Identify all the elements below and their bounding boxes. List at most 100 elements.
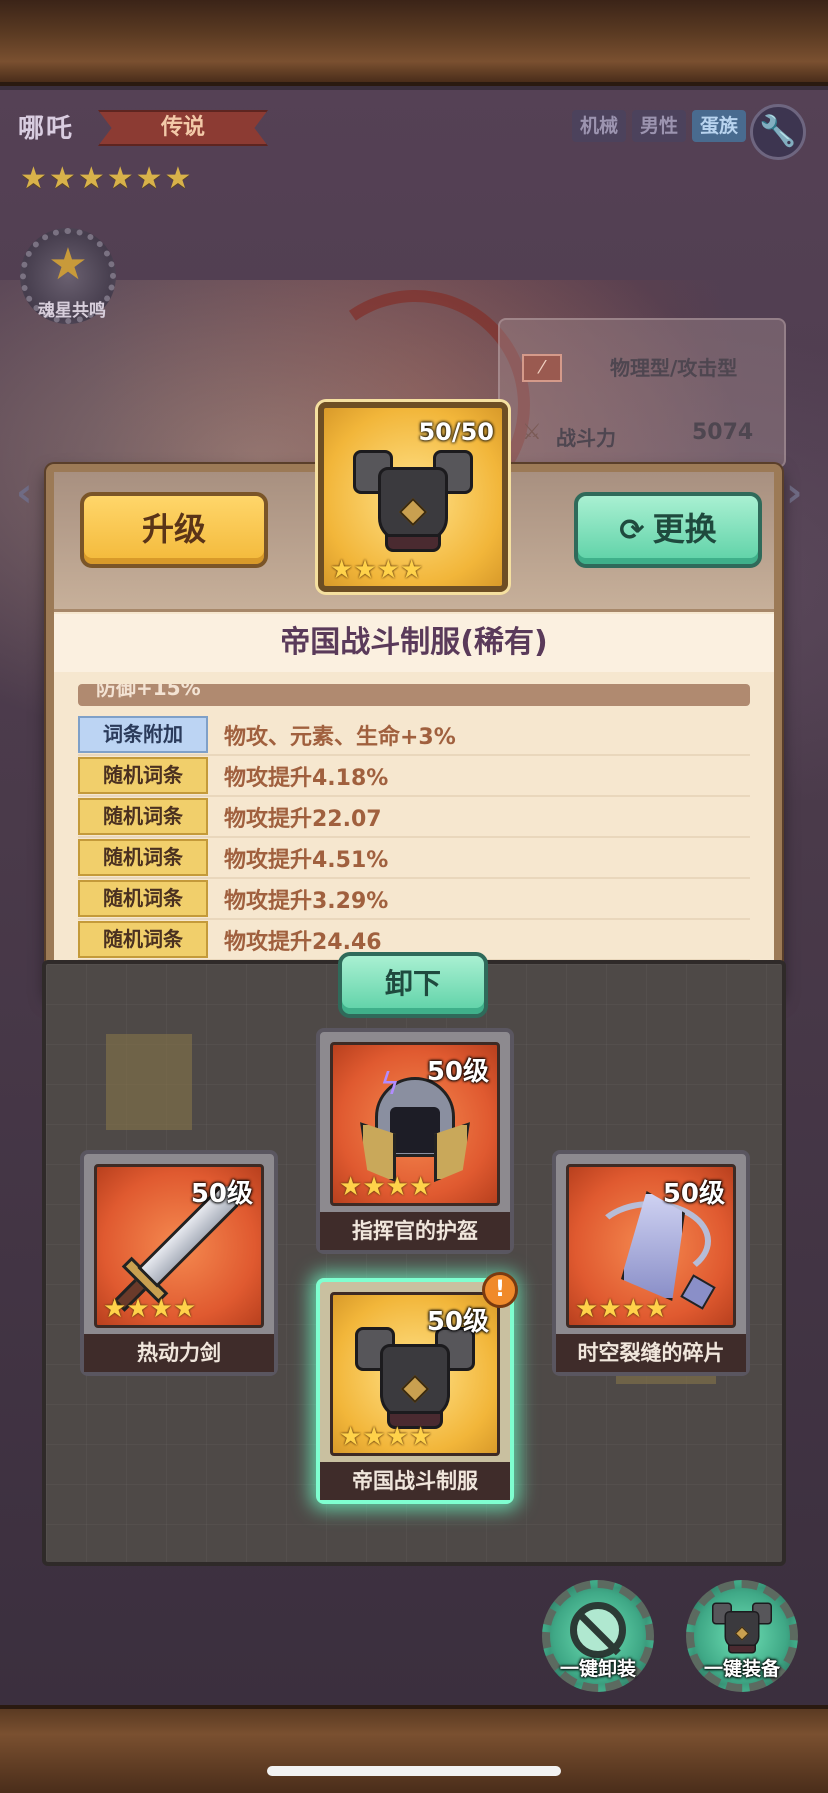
accessory-frame: 50级 ★ ★ ★ ★: [566, 1164, 736, 1328]
slot-stars: ★ ★ ★ ★: [339, 1423, 432, 1451]
attribute-list: 词条附加 物攻、元素、生命+3% 随机词条 物攻提升4.18% 随机词条 物攻提…: [78, 715, 750, 961]
equipment-slot-accessory[interactable]: 50级 ★ ★ ★ ★ 时空裂缝的碎片: [552, 1150, 750, 1376]
top-wood-frame: [0, 0, 828, 86]
prev-arrow-icon[interactable]: ‹: [16, 470, 32, 516]
attribute-value: 物攻提升3.29%: [224, 888, 389, 914]
star-icon: ★: [77, 161, 105, 196]
attribute-row: 词条附加 物攻、元素、生命+3%: [78, 715, 750, 756]
star-icon: ★: [103, 1294, 127, 1324]
equip-all-button[interactable]: 一键装备: [686, 1580, 798, 1692]
rarity-banner: 传说: [98, 110, 268, 146]
star-icon: ★: [408, 1422, 433, 1452]
star-icon: ★: [385, 1172, 409, 1202]
power-value: 5074: [692, 420, 754, 445]
weapon-frame: 50级 ★ ★ ★ ★: [94, 1164, 264, 1328]
tag-male: 男性: [632, 110, 687, 142]
slot-name: 时空裂缝的碎片: [556, 1334, 746, 1372]
star-icon: ★: [172, 1294, 197, 1324]
attribute-value: 物攻提升4.18%: [224, 765, 389, 791]
star-icon: ★: [376, 555, 400, 585]
replace-button[interactable]: ⟳ 更换: [574, 492, 762, 568]
slot-level: 50级: [426, 1307, 489, 1337]
star-icon: ★: [598, 1294, 622, 1324]
selected-item-preview: 50/50 ★ ★ ★ ★: [318, 402, 508, 592]
attribute-tag: 词条附加: [78, 716, 208, 753]
attribute-row: 随机词条 物攻提升4.51%: [78, 838, 750, 879]
star-icon: ★: [399, 555, 424, 585]
attribute-value: 物攻提升4.51%: [224, 847, 389, 873]
star-icon: ★: [362, 1422, 386, 1452]
slot-level: 50级: [426, 1057, 489, 1087]
item-level: 50/50: [418, 418, 494, 446]
board-decoration: [106, 1034, 192, 1130]
no-entry-icon: [570, 1602, 626, 1658]
star-icon: ★: [644, 1294, 669, 1324]
star-icon: ★: [164, 161, 192, 196]
equipment-slot-weapon[interactable]: 50级 ★ ★ ★ ★ 热动力剑: [80, 1150, 278, 1376]
equipment-slot-helmet[interactable]: ϟ 50级 ★ ★ ★ ★ 指挥官的护盔: [316, 1028, 514, 1254]
star-icon: ★: [135, 161, 163, 196]
slot-level: 50级: [662, 1179, 725, 1209]
armor-frame: 50级 ★ ★ ★ ★: [330, 1292, 500, 1456]
attribute-tag: 随机词条: [78, 880, 208, 917]
star-icon: ★: [408, 1172, 433, 1202]
attribute-value: 物攻提升22.07: [224, 806, 382, 832]
replace-label: 更换: [652, 510, 717, 548]
star-icon: ★: [339, 1172, 363, 1202]
slot-name: 帝国战斗制服: [320, 1462, 510, 1500]
slot-name: 热动力剑: [84, 1334, 274, 1372]
character-stars: ★ ★ ★ ★ ★ ★: [20, 164, 191, 194]
upgrade-button[interactable]: 升级: [80, 492, 268, 568]
attribute-tag: 随机词条: [78, 921, 208, 958]
star-icon: ★: [149, 1294, 173, 1324]
slot-name: 指挥官的护盔: [320, 1212, 510, 1250]
unequip-button[interactable]: 卸下: [338, 952, 488, 1018]
next-arrow-icon[interactable]: ›: [786, 470, 802, 516]
character-info-card: ⁄ 物理型/攻击型 ⚔ 战斗力 5074: [498, 318, 786, 468]
physical-type-icon: ⁄: [522, 354, 562, 382]
attribute-value: 物攻提升24.46: [224, 929, 382, 955]
slot-stars: ★ ★ ★ ★: [339, 1173, 432, 1201]
equipment-slot-armor[interactable]: 50级 ★ ★ ★ ★ 帝国战斗制服 !: [316, 1272, 518, 1504]
soul-resonance-label: 魂星共鸣: [38, 301, 106, 321]
attribute-row: 随机词条 物攻提升4.18%: [78, 756, 750, 797]
attribute-row: 随机词条 物攻提升22.07: [78, 797, 750, 838]
star-icon: ★: [126, 1294, 150, 1324]
star-icon: ★: [362, 1172, 386, 1202]
attribute-tag: 随机词条: [78, 839, 208, 876]
refresh-icon: ⟳: [619, 513, 645, 548]
character-tags: 机械 男性 蛋族: [572, 110, 747, 142]
attribute-tag: 随机词条: [78, 798, 208, 835]
star-icon: ★: [20, 161, 47, 196]
star-icon: ★: [575, 1294, 599, 1324]
wrench-icon[interactable]: 🔧: [750, 104, 806, 160]
item-stars: ★ ★ ★ ★: [330, 556, 423, 584]
attribute-tag: 随机词条: [78, 757, 208, 794]
star-icon: ★: [106, 161, 134, 196]
bottom-wood-frame: [0, 1705, 828, 1793]
attribute-value: 物攻、元素、生命+3%: [224, 724, 456, 750]
star-icon: ★: [330, 555, 354, 585]
star-icon: ★: [621, 1294, 645, 1324]
combat-type: 物理型/攻击型: [610, 356, 738, 380]
armor-icon: [353, 442, 473, 552]
clipped-attribute-row: 防御+15%: [78, 684, 750, 706]
star-icon: ★: [353, 555, 377, 585]
star-icon: ★: [385, 1422, 409, 1452]
slot-stars: ★ ★ ★ ★: [103, 1295, 196, 1323]
star-icon: ★: [48, 239, 88, 290]
alert-icon: !: [482, 1272, 518, 1308]
power-icon: ⚔: [522, 420, 542, 445]
unequip-all-button[interactable]: 一键卸装: [542, 1580, 654, 1692]
clipped-attribute-text: 防御+15%: [96, 684, 201, 700]
power-label: 战斗力: [556, 426, 616, 450]
tag-egg-race: 蛋族: [692, 110, 747, 142]
home-indicator[interactable]: [267, 1766, 561, 1776]
character-name: 哪吒: [18, 114, 75, 144]
attribute-row: 随机词条 物攻提升3.29%: [78, 879, 750, 920]
helmet-frame: ϟ 50级 ★ ★ ★ ★: [330, 1042, 500, 1206]
star-icon: ★: [48, 161, 76, 196]
armor-icon: [712, 1599, 772, 1654]
star-icon: ★: [339, 1422, 363, 1452]
item-title: 帝国战斗制服(稀有): [54, 614, 774, 672]
